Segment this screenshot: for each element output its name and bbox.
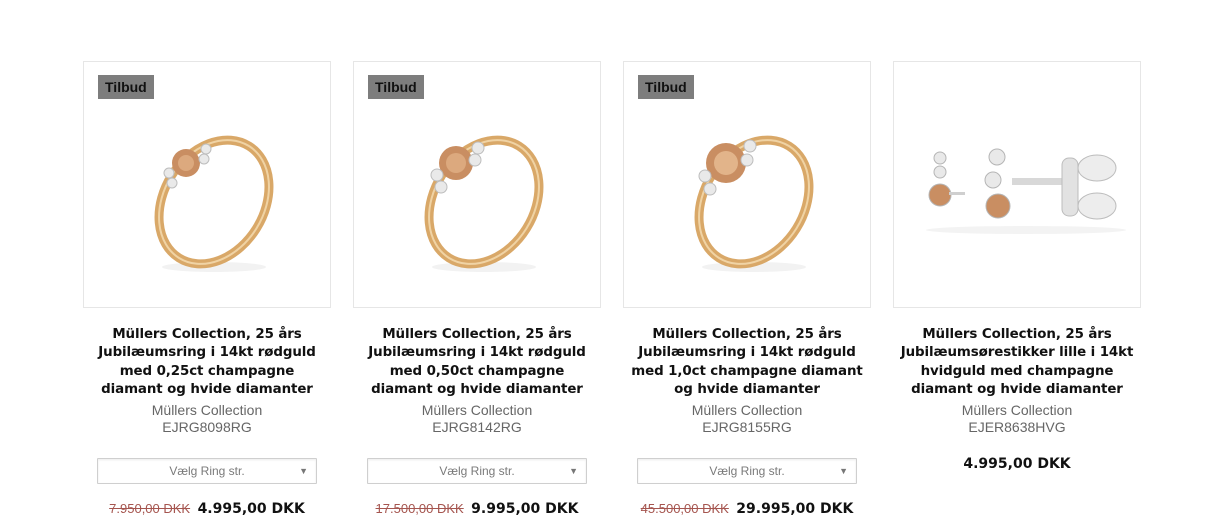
product-card[interactable]: Tilbud Müllers Collection, 25 års Jubilæ… (83, 61, 331, 518)
old-price: 45.500,00 DKK (640, 500, 729, 516)
product-card[interactable]: Müllers Collection, 25 års Jubilæumsøres… (893, 61, 1141, 472)
select-label: Vælg Ring str. (709, 463, 785, 478)
product-sku: EJRG8142RG (432, 418, 522, 435)
product-title[interactable]: Müllers Collection, 25 års Jubilæumsøres… (893, 326, 1141, 400)
sale-price: 29.995,00 DKK (736, 500, 854, 517)
product-sku: EJRG8155RG (702, 418, 792, 435)
sale-badge: Tilbud (638, 75, 694, 99)
product-brand: Müllers Collection (961, 401, 1073, 418)
sale-price: 9.995,00 DKK (471, 500, 579, 517)
white-gold-earrings-icon (926, 148, 1126, 234)
old-price: 7.950,00 DKK (109, 500, 191, 516)
chevron-down-icon: ▼ (299, 465, 308, 476)
product-price: 4.995,00 DKK (963, 455, 1071, 472)
product-sku: EJER8638HVG (968, 418, 1066, 435)
product-title[interactable]: Müllers Collection, 25 års Jubilæumsring… (353, 326, 601, 400)
product-image-link[interactable]: Tilbud (353, 61, 601, 308)
price-row: 17.500,00 DKK 9.995,00 DKK (353, 500, 601, 518)
sale-badge: Tilbud (368, 75, 424, 99)
product-image-link[interactable] (893, 61, 1141, 308)
price-row: 7.950,00 DKK 4.995,00 DKK (83, 500, 331, 518)
sale-badge: Tilbud (98, 75, 154, 99)
product-brand: Müllers Collection (151, 401, 263, 418)
sale-price: 4.995,00 DKK (197, 500, 305, 517)
chevron-down-icon: ▼ (569, 465, 578, 476)
select-label: Vælg Ring str. (439, 463, 515, 478)
chevron-down-icon: ▼ (839, 465, 848, 476)
product-grid: Tilbud Müllers Collection, 25 års Jubilæ… (83, 61, 1143, 527)
ring-size-select[interactable]: Vælg Ring str. ▼ (97, 457, 317, 484)
old-price: 17.500,00 DKK (375, 500, 464, 516)
price-row: 45.500,00 DKK 29.995,00 DKK (623, 500, 871, 518)
product-brand: Müllers Collection (421, 401, 533, 418)
ring-size-select[interactable]: Vælg Ring str. ▼ (367, 457, 587, 484)
product-card[interactable]: Tilbud Müllers Collection, 25 års Jubilæ… (353, 61, 601, 518)
product-image-link[interactable]: Tilbud (623, 61, 871, 308)
product-card[interactable]: Tilbud Müllers Collection, 25 års Jubilæ… (623, 61, 871, 518)
ring-size-select[interactable]: Vælg Ring str. ▼ (637, 457, 857, 484)
product-sku: EJRG8098RG (162, 418, 252, 435)
product-image-link[interactable]: Tilbud (83, 61, 331, 308)
product-title[interactable]: Müllers Collection, 25 års Jubilæumsring… (83, 326, 331, 400)
product-brand: Müllers Collection (691, 401, 803, 418)
select-label: Vælg Ring str. (169, 463, 245, 478)
product-title[interactable]: Müllers Collection, 25 års Jubilæumsring… (623, 326, 871, 400)
